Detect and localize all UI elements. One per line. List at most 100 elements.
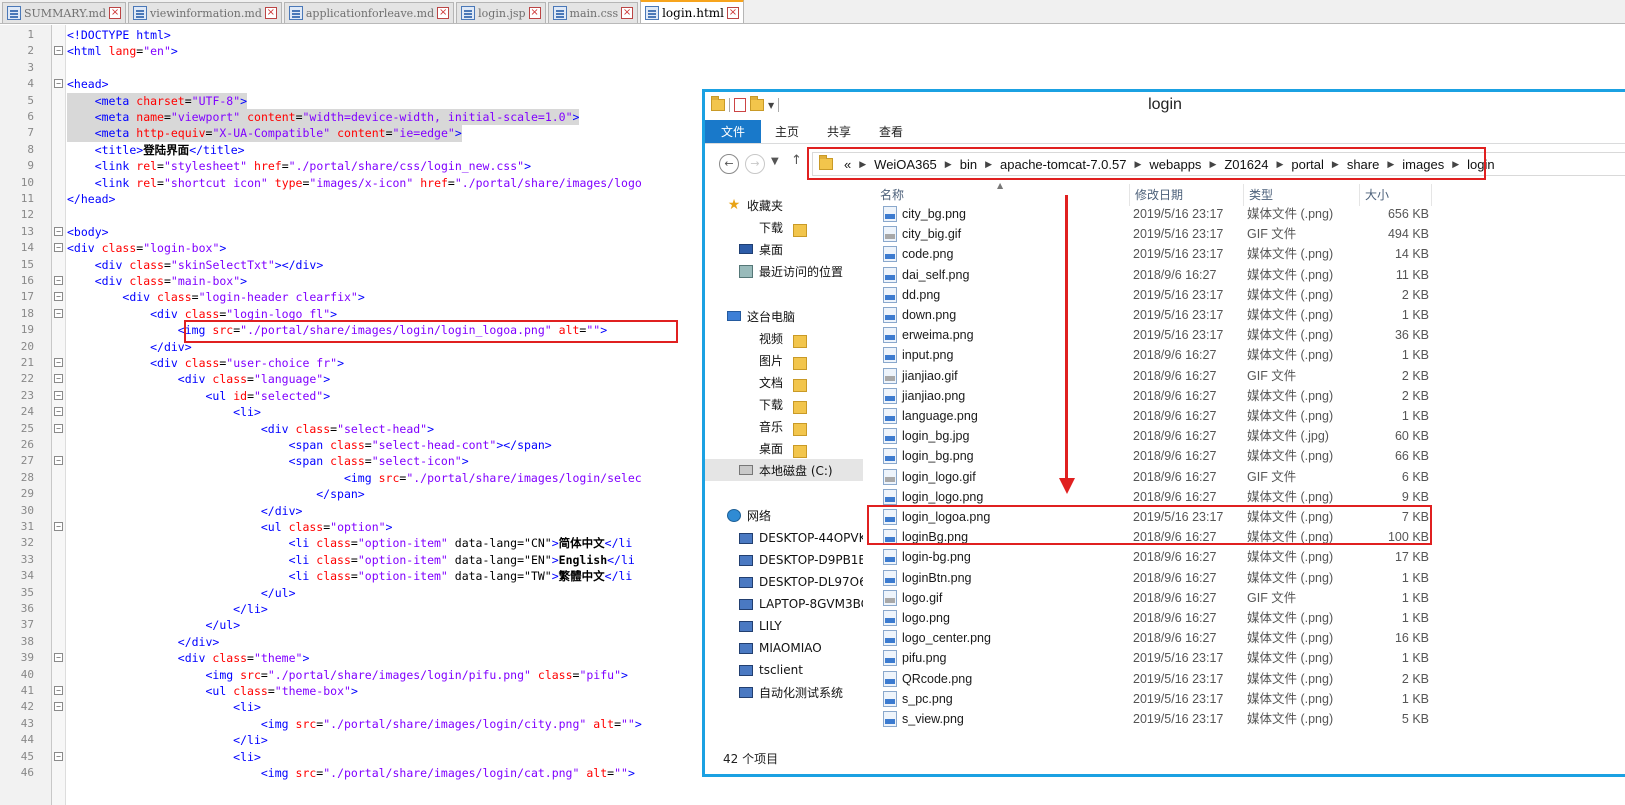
nav-item[interactable]: DESKTOP-D9PB1B	[705, 549, 863, 571]
file-row[interactable]: jianjiao.png 2018/9/6 16:27 媒体文件 (.png) 2 K…	[875, 386, 1605, 406]
column-type[interactable]: 类型	[1244, 184, 1360, 206]
nav-item[interactable]: 下载	[705, 216, 863, 238]
nav-item[interactable]: DESKTOP-44OPVK	[705, 527, 863, 549]
editor-tab[interactable]: viewinformation.md ×	[128, 2, 282, 23]
file-row[interactable]: erweima.png 2019/5/16 23:17 媒体文件 (.png) 36 …	[875, 325, 1605, 345]
close-tab-icon[interactable]: ×	[109, 7, 122, 19]
file-date: 2019/5/16 23:17	[1133, 207, 1224, 221]
nav-item[interactable]: 最近访问的位置	[705, 260, 863, 282]
fold-toggle-icon[interactable]: −	[54, 390, 63, 400]
fold-toggle-icon[interactable]: −	[54, 79, 63, 89]
nav-item[interactable]: 文档	[705, 371, 863, 393]
file-row[interactable]: logo.gif 2018/9/6 16:27 GIF 文件 1 KB	[875, 588, 1605, 608]
file-row[interactable]: s_view.png 2019/5/16 23:17 媒体文件 (.png) 5 KB	[875, 709, 1605, 729]
videos-folder-icon	[793, 334, 807, 348]
nav-item[interactable]: LAPTOP-8GVM3BC	[705, 593, 863, 615]
editor-tab[interactable]: login.html ×	[640, 0, 744, 23]
file-row[interactable]: logo.png 2018/9/6 16:27 媒体文件 (.png) 1 KB	[875, 608, 1605, 628]
editor-tab[interactable]: login.jsp ×	[456, 2, 546, 23]
fold-toggle-icon[interactable]: −	[54, 686, 63, 695]
code-line[interactable]: 1 <!DOCTYPE html>	[0, 27, 1625, 43]
close-tab-icon[interactable]: ×	[264, 7, 277, 19]
nav-item[interactable]: 这台电脑	[705, 305, 863, 327]
file-type: 媒体文件 (.png)	[1247, 308, 1334, 322]
file-row[interactable]: login_bg.jpg 2018/9/6 16:27 媒体文件 (.jpg) 60 …	[875, 426, 1605, 446]
ribbon-tab[interactable]: 主页	[761, 120, 813, 143]
nav-item[interactable]: ★ 收藏夹	[705, 194, 863, 216]
fold-toggle-icon[interactable]: −	[54, 374, 63, 384]
code-text: </div>	[150, 339, 192, 354]
file-row[interactable]: city_bg.png 2019/5/16 23:17 媒体文件 (.png) 656…	[875, 206, 1605, 224]
nav-item[interactable]: 网络	[705, 504, 863, 526]
fold-toggle-icon[interactable]: −	[54, 358, 63, 367]
nav-item[interactable]: 视频	[705, 327, 863, 349]
nav-item[interactable]: 本地磁盘 (C:)	[705, 459, 863, 481]
music-folder-icon	[793, 422, 807, 436]
nav-item[interactable]: 音乐	[705, 415, 863, 437]
code-line[interactable]: 2 − <html lang="en">	[0, 43, 1625, 59]
editor-tab[interactable]: applicationforleave.md ×	[283, 2, 455, 23]
close-tab-icon[interactable]: ×	[528, 7, 541, 19]
nav-item[interactable]: 自动化测试系统	[705, 681, 863, 703]
nav-item[interactable]: tsclient	[705, 659, 863, 681]
file-row[interactable]: code.png 2019/5/16 23:17 媒体文件 (.png) 14 KB	[875, 244, 1605, 264]
file-row[interactable]: s_pc.png 2019/5/16 23:17 媒体文件 (.png) 1 KB	[875, 689, 1605, 709]
file-row[interactable]: jianjiao.gif 2018/9/6 16:27 GIF 文件 2 KB	[875, 366, 1605, 386]
file-name: login-bg.png	[902, 550, 971, 565]
fold-toggle-icon[interactable]: −	[54, 407, 63, 417]
editor-tab[interactable]: SUMMARY.md ×	[2, 2, 127, 23]
fold-toggle-icon[interactable]: −	[54, 522, 63, 531]
close-tab-icon[interactable]: ×	[621, 7, 634, 19]
file-row[interactable]: QRcode.png 2019/5/16 23:17 媒体文件 (.png) 2 KB	[875, 669, 1605, 689]
file-row[interactable]: down.png 2019/5/16 23:17 媒体文件 (.png) 1 KB	[875, 305, 1605, 325]
nav-item[interactable]: LILY	[705, 615, 863, 637]
file-row[interactable]: dd.png 2019/5/16 23:17 媒体文件 (.png) 2 KB	[875, 285, 1605, 305]
file-row[interactable]: logo_center.png 2018/9/6 16:27 媒体文件 (.png)…	[875, 628, 1605, 648]
close-tab-icon[interactable]: ×	[437, 7, 450, 19]
file-row[interactable]: login_bg.png 2018/9/6 16:27 媒体文件 (.png) 66 …	[875, 446, 1605, 466]
file-row[interactable]: loginBtn.png 2018/9/6 16:27 媒体文件 (.png) 1 K…	[875, 568, 1605, 588]
line-number: 19	[20, 323, 34, 337]
nav-item[interactable]: 图片	[705, 349, 863, 371]
fold-toggle-icon[interactable]: −	[54, 751, 63, 761]
nav-item[interactable]: 桌面	[705, 238, 863, 260]
nav-item[interactable]: DESKTOP-DL97O6	[705, 571, 863, 593]
column-date[interactable]: 修改日期	[1130, 184, 1244, 206]
nav-item[interactable]: 下载	[705, 393, 863, 415]
file-type-icon	[883, 408, 897, 424]
column-size[interactable]: 大小	[1360, 184, 1432, 206]
file-size: 16 KB	[1394, 631, 1429, 646]
fold-toggle-icon[interactable]: −	[54, 653, 63, 663]
file-row[interactable]: dai_self.png 2018/9/6 16:27 媒体文件 (.png) 11 …	[875, 265, 1605, 285]
fold-toggle-icon[interactable]: −	[54, 243, 63, 253]
fold-toggle-icon[interactable]: −	[54, 308, 63, 318]
line-number: 9	[27, 159, 34, 173]
file-row[interactable]: login-bg.png 2018/9/6 16:27 媒体文件 (.png) 17 …	[875, 547, 1605, 567]
back-button[interactable]: ←	[719, 154, 739, 174]
file-row[interactable]: city_big.gif 2019/5/16 23:17 GIF 文件 494 KB	[875, 224, 1605, 244]
fold-toggle-icon[interactable]: −	[54, 423, 63, 433]
file-row[interactable]: language.png 2018/9/6 16:27 媒体文件 (.png) 1 K…	[875, 406, 1605, 426]
close-tab-icon[interactable]: ×	[727, 6, 739, 19]
ribbon-tab[interactable]: 查看	[865, 120, 917, 143]
file-row[interactable]: input.png 2018/9/6 16:27 媒体文件 (.png) 1 KB	[875, 345, 1605, 365]
file-row[interactable]: login_logo.gif 2018/9/6 16:27 GIF 文件 6 KB	[875, 467, 1605, 487]
nav-item[interactable]: MIAOMIAO	[705, 637, 863, 659]
ribbon-tab[interactable]: 文件	[705, 120, 762, 143]
fold-toggle-icon[interactable]: −	[54, 292, 63, 302]
fold-toggle-icon[interactable]: −	[54, 226, 63, 236]
file-size: 1 KB	[1401, 611, 1429, 625]
ribbon-tab[interactable]: 共享	[813, 120, 865, 143]
recent-locations-dropdown-icon[interactable]: ▼	[771, 156, 779, 167]
nav-item[interactable]: 桌面	[705, 437, 863, 459]
editor-tab[interactable]: main.css ×	[547, 2, 639, 23]
up-button[interactable]: ↑	[791, 153, 802, 168]
fold-toggle-icon[interactable]: −	[54, 702, 63, 712]
code-line[interactable]: 3	[0, 60, 1625, 76]
forward-button[interactable]: →	[745, 154, 765, 174]
file-row[interactable]: login_logo.png 2018/9/6 16:27 媒体文件 (.png) 9…	[875, 487, 1605, 507]
fold-toggle-icon[interactable]: −	[54, 46, 63, 56]
fold-toggle-icon[interactable]: −	[54, 456, 63, 466]
file-row[interactable]: pifu.png 2019/5/16 23:17 媒体文件 (.png) 1 KB	[875, 648, 1605, 668]
fold-toggle-icon[interactable]: −	[54, 276, 63, 285]
